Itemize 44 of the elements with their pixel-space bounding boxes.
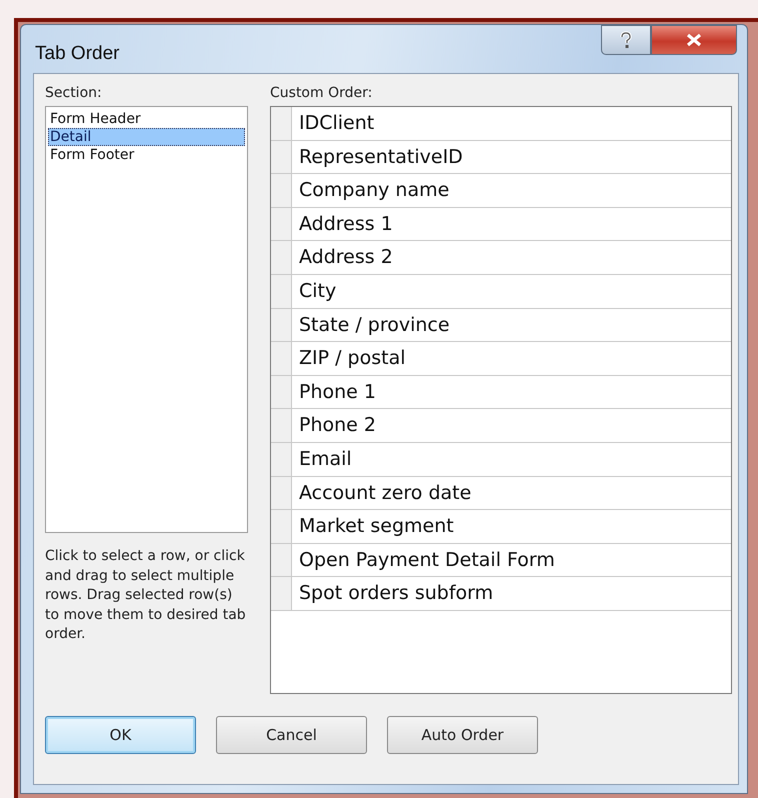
row-selector[interactable] <box>271 442 292 476</box>
row-selector[interactable] <box>271 107 292 140</box>
field-row[interactable]: Phone 2 <box>292 409 376 442</box>
row-selector[interactable] <box>271 476 292 510</box>
dialog-button[interactable]: OK <box>45 716 196 754</box>
field-row[interactable]: Address 2 <box>292 241 393 274</box>
custom-order-label: Custom Order: <box>270 84 374 103</box>
row-selector[interactable] <box>271 510 292 543</box>
help-icon <box>619 31 633 49</box>
row-selector[interactable] <box>271 174 292 207</box>
field-row[interactable]: Address 1 <box>292 208 393 240</box>
row-selector[interactable] <box>271 544 292 576</box>
field-row[interactable]: Open Payment Detail Form <box>292 544 555 576</box>
row-selector[interactable] <box>271 208 292 240</box>
field-row[interactable]: State / province <box>292 308 450 342</box>
field-row[interactable]: Account zero date <box>292 476 472 510</box>
dialog-button[interactable]: Cancel <box>216 716 367 754</box>
field-row[interactable]: Phone 1 <box>292 376 376 408</box>
section-item[interactable]: Form Header <box>48 110 245 128</box>
row-selector[interactable] <box>271 308 292 342</box>
row-selector[interactable] <box>271 409 292 442</box>
section-item[interactable]: Detail <box>48 128 245 146</box>
field-row[interactable]: Market segment <box>292 510 454 543</box>
field-row[interactable]: IDClient <box>292 107 374 140</box>
close-button[interactable] <box>651 25 737 55</box>
field-row[interactable]: City <box>292 274 336 308</box>
help-text: Click to select a row, or click and drag to select multiple rows. Drag selected row(s) to move them to desired tab order. <box>45 547 247 644</box>
row-selector[interactable] <box>271 140 292 174</box>
row-selector[interactable] <box>271 274 292 308</box>
row-selector[interactable] <box>271 241 292 274</box>
field-row[interactable]: Email <box>292 442 352 476</box>
row-selector[interactable] <box>271 342 292 375</box>
field-row[interactable]: RepresentativeID <box>292 140 463 174</box>
field-row[interactable]: Company name <box>292 174 450 207</box>
close-icon <box>685 33 703 47</box>
help-button[interactable] <box>601 25 651 55</box>
field-row[interactable]: ZIP / postal <box>292 342 406 375</box>
section-item[interactable]: Form Footer <box>48 146 245 164</box>
row-selector[interactable] <box>271 577 292 610</box>
dialog-button[interactable]: Auto Order <box>387 716 538 754</box>
field-row[interactable]: Spot orders subform <box>292 577 494 610</box>
section-label: Section: <box>45 84 103 103</box>
window-title: Tab Order <box>35 43 120 65</box>
row-selector[interactable] <box>271 376 292 408</box>
